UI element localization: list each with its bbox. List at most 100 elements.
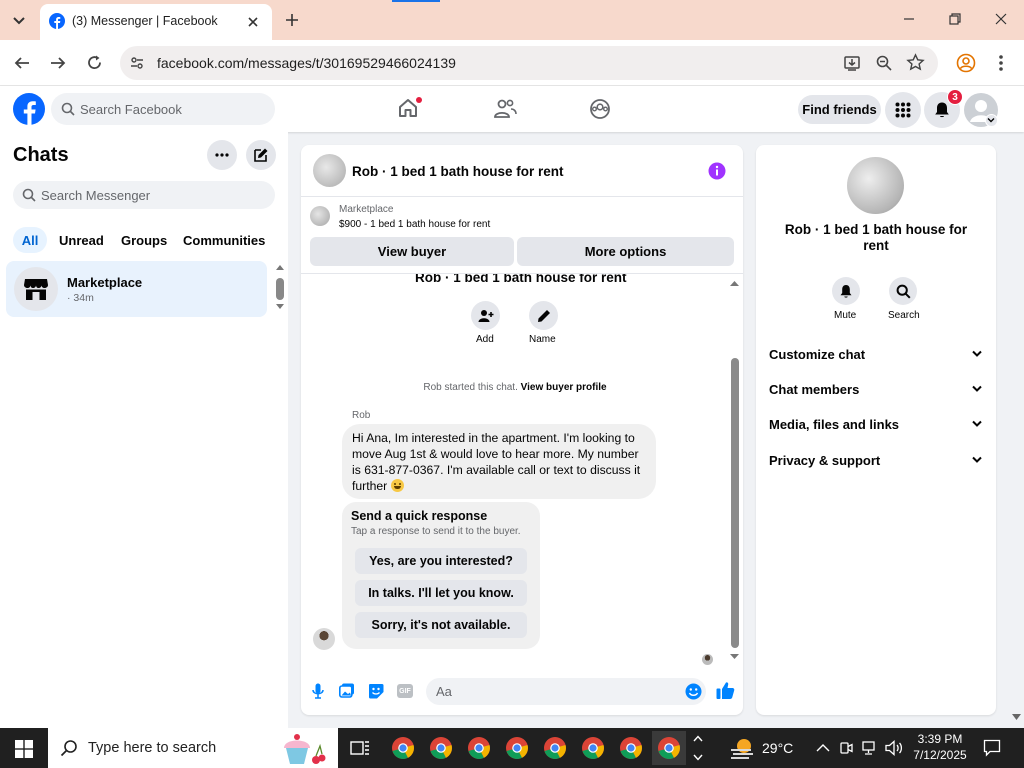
notification-center-icon[interactable] <box>983 739 1001 757</box>
forward-icon[interactable] <box>49 55 67 71</box>
restore-icon[interactable] <box>948 12 962 26</box>
friends-icon[interactable] <box>493 98 517 120</box>
photo-icon[interactable] <box>339 683 355 698</box>
listing-thumbnail[interactable] <box>310 206 330 226</box>
chrome-taskbar-button[interactable] <box>500 731 534 765</box>
microphone-icon[interactable] <box>312 683 324 699</box>
media-files-links-section[interactable]: Media, files and links <box>769 417 984 435</box>
facebook-search-box[interactable]: Search Facebook <box>51 93 275 125</box>
info-avatar[interactable] <box>847 157 904 214</box>
conversation-title[interactable]: Rob · 1 bed 1 bath house for rent <box>352 164 564 179</box>
search-in-chat-button[interactable] <box>889 277 917 305</box>
chat-time: · 34m <box>67 292 94 304</box>
chrome-taskbar-button[interactable] <box>386 731 420 765</box>
chrome-taskbar-button[interactable] <box>462 731 496 765</box>
gif-button[interactable]: GIF <box>397 684 413 698</box>
sender-avatar[interactable] <box>313 628 335 650</box>
name-button[interactable] <box>529 301 558 330</box>
chat-list-item[interactable]: Marketplace · 34m <box>6 261 267 317</box>
chrome-taskbar-button[interactable] <box>424 731 458 765</box>
site-info-icon[interactable] <box>129 55 145 71</box>
active-tab-indicator <box>392 0 440 2</box>
task-view-icon[interactable] <box>350 739 370 757</box>
url-text[interactable]: facebook.com/messages/t/3016952946602413… <box>157 55 456 71</box>
filter-communities[interactable]: Communities <box>183 233 265 248</box>
profile-icon[interactable] <box>956 53 976 73</box>
sender-name: Rob <box>352 410 371 421</box>
listing-text[interactable]: $900 - 1 bed 1 bath house for rent <box>339 219 490 230</box>
volume-icon[interactable] <box>885 740 903 756</box>
emoji-icon[interactable] <box>685 683 702 700</box>
privacy-support-section[interactable]: Privacy & support <box>769 453 984 471</box>
groups-icon[interactable] <box>589 98 611 120</box>
facebook-logo-icon[interactable] <box>13 93 45 125</box>
meet-camera-icon[interactable] <box>839 741 853 755</box>
new-message-button[interactable] <box>246 140 276 170</box>
windows-start-icon[interactable] <box>15 740 33 758</box>
messenger-search-box[interactable]: Search Messenger <box>13 181 275 209</box>
filter-unread[interactable]: Unread <box>59 233 104 248</box>
conversation-avatar[interactable] <box>313 154 346 187</box>
account-button[interactable] <box>963 92 999 128</box>
reload-icon[interactable] <box>86 54 103 71</box>
weather-icon[interactable] <box>729 736 755 760</box>
quick-response-button[interactable]: In talks. I'll let you know. <box>355 580 527 606</box>
zoom-icon[interactable] <box>875 54 893 72</box>
mute-button[interactable] <box>832 277 860 305</box>
chevron-down-icon <box>972 420 982 427</box>
view-buyer-button[interactable]: View buyer <box>310 237 514 266</box>
sticker-icon[interactable] <box>368 683 384 699</box>
facebook-favicon-icon <box>49 13 65 29</box>
show-hidden-icons-icon[interactable] <box>816 743 830 752</box>
install-app-icon[interactable] <box>843 54 861 72</box>
chrome-icon <box>506 737 528 759</box>
find-friends-label: Find friends <box>802 102 877 117</box>
weather-temp[interactable]: 29°C <box>762 740 793 756</box>
message-bubble[interactable]: Hi Ana, Im interested in the apartment. … <box>342 424 656 499</box>
notification-count: 3 <box>952 91 958 103</box>
scrollbar-thumb[interactable] <box>276 278 284 300</box>
chrome-taskbar-button[interactable] <box>576 731 610 765</box>
search-icon <box>22 188 36 202</box>
taskbar-overflow[interactable] <box>693 731 705 765</box>
close-window-icon[interactable] <box>994 12 1008 26</box>
quick-response-button[interactable]: Yes, are you interested? <box>355 548 527 574</box>
browser-tab[interactable]: (3) Messenger | Facebook <box>40 4 272 40</box>
more-options-button[interactable]: More options <box>517 237 734 266</box>
chrome-taskbar-button[interactable] <box>614 731 648 765</box>
tab-search-button[interactable] <box>8 10 30 30</box>
messages-scrollbar[interactable] <box>729 278 741 664</box>
chat-members-section[interactable]: Chat members <box>769 382 984 400</box>
minimize-icon[interactable] <box>902 12 916 26</box>
find-friends-button[interactable]: Find friends <box>798 95 881 124</box>
browser-menu-icon[interactable] <box>998 54 1004 72</box>
info-icon[interactable] <box>708 162 726 180</box>
network-icon[interactable] <box>861 741 879 755</box>
filter-groups[interactable]: Groups <box>121 233 167 248</box>
view-buyer-profile-link[interactable]: View buyer profile <box>521 382 607 393</box>
message-composer[interactable]: Aa <box>426 678 706 705</box>
nav-home[interactable] <box>396 96 422 122</box>
menu-button[interactable] <box>885 92 921 128</box>
customize-chat-section[interactable]: Customize chat <box>769 347 984 365</box>
chrome-icon <box>430 737 452 759</box>
chat-members-label: Chat members <box>769 382 860 397</box>
taskbar-clock[interactable]: 3:39 PM 7/12/2025 <box>910 731 970 765</box>
add-button[interactable] <box>471 301 500 330</box>
scrollbar-thumb[interactable] <box>731 358 739 648</box>
filter-all[interactable]: All <box>13 227 47 253</box>
page-scroll-down-icon[interactable] <box>1012 714 1021 721</box>
chrome-icon <box>544 737 566 759</box>
chats-options-button[interactable] <box>207 140 237 170</box>
taskbar-search-box[interactable]: Type here to search <box>48 728 338 768</box>
bookmark-star-icon[interactable] <box>906 53 925 72</box>
chevron-down-icon <box>987 118 995 123</box>
chrome-taskbar-button-active[interactable] <box>652 731 686 765</box>
chrome-taskbar-button[interactable] <box>538 731 572 765</box>
close-tab-icon[interactable] <box>246 15 260 29</box>
thumbs-up-icon[interactable] <box>716 681 735 700</box>
new-tab-icon[interactable] <box>284 12 300 28</box>
chat-list-scrollbar[interactable] <box>274 264 286 314</box>
back-icon[interactable] <box>13 55 31 71</box>
quick-response-button[interactable]: Sorry, it's not available. <box>355 612 527 638</box>
